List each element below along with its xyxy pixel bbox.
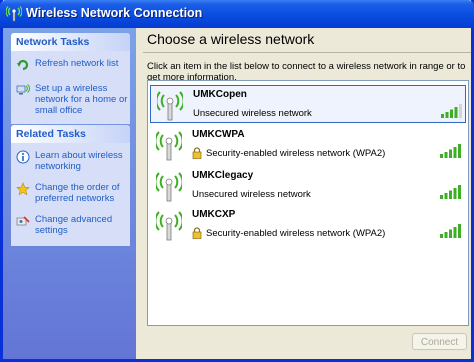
refresh-network-list-link[interactable]: Refresh network list <box>11 54 130 73</box>
network-ssid: UMKCWPA <box>192 129 245 140</box>
network-item-umkcwpa[interactable]: UMKCWPA Security-enabled wireless networ… <box>150 126 466 164</box>
network-list[interactable]: UMKCopen Unsecured wireless network UMKC… <box>147 80 469 326</box>
lock-icon <box>192 227 202 239</box>
learn-wireless-link[interactable]: Learn about wireless networking <box>11 146 130 176</box>
wireless-network-icon <box>6 6 22 22</box>
network-tasks-panel: Network Tasks Refresh network list Set u… <box>11 33 130 124</box>
wireless-antenna-icon <box>156 211 182 241</box>
change-advanced-settings-label: Change advanced settings <box>35 214 113 236</box>
signal-strength-icon <box>440 185 461 199</box>
network-security-status: Unsecured wireless network <box>193 108 312 119</box>
wireless-antenna-icon <box>157 91 183 121</box>
network-item-umkcxp[interactable]: UMKCXP Security-enabled wireless network… <box>150 206 466 244</box>
refresh-icon <box>17 59 29 71</box>
page-title: Choose a wireless network <box>147 31 315 47</box>
signal-strength-icon <box>440 144 461 158</box>
star-icon <box>16 182 30 196</box>
lock-icon <box>192 147 202 159</box>
network-ssid: UMKCXP <box>192 209 236 220</box>
setup-network-icon <box>16 84 30 95</box>
title-bar[interactable]: Wireless Network Connection <box>0 0 474 28</box>
setup-wireless-network-label: Set up a wireless network for a home or … <box>35 83 128 116</box>
info-icon <box>16 150 30 164</box>
related-tasks-panel: Related Tasks Learn about wireless netwo… <box>11 125 130 246</box>
setup-wireless-network-link[interactable]: Set up a wireless network for a home or … <box>11 79 130 120</box>
refresh-network-list-label: Refresh network list <box>35 58 119 69</box>
network-tasks-header[interactable]: Network Tasks <box>11 33 130 51</box>
network-security-status: Unsecured wireless network <box>192 189 311 200</box>
learn-wireless-label: Learn about wireless networking <box>35 150 123 172</box>
related-tasks-header[interactable]: Related Tasks <box>11 125 130 143</box>
change-order-label: Change the order of preferred networks <box>35 182 120 204</box>
wireless-antenna-icon <box>156 131 182 161</box>
network-item-umkclegacy[interactable]: UMKClegacy Unsecured wireless network <box>150 167 466 205</box>
change-advanced-settings-link[interactable]: Change advanced settings <box>11 210 130 240</box>
network-ssid: UMKCopen <box>193 89 247 100</box>
network-item-umkcopen[interactable]: UMKCopen Unsecured wireless network <box>150 85 466 123</box>
wireless-network-window: Wireless Network Connection Network Task… <box>0 0 474 362</box>
divider <box>143 52 471 53</box>
change-order-link[interactable]: Change the order of preferred networks <box>11 178 130 208</box>
network-ssid: UMKClegacy <box>192 170 254 181</box>
window-title: Wireless Network Connection <box>26 6 203 20</box>
network-security-status: Security-enabled wireless network (WPA2) <box>206 228 386 239</box>
connect-button[interactable]: Connect <box>412 333 467 350</box>
settings-icon <box>16 216 30 226</box>
task-pane: Network Tasks Refresh network list Set u… <box>3 28 136 359</box>
network-security-status: Security-enabled wireless network (WPA2) <box>206 148 386 159</box>
wireless-antenna-icon <box>156 172 182 202</box>
signal-strength-icon <box>440 224 461 238</box>
signal-strength-icon <box>441 104 462 118</box>
